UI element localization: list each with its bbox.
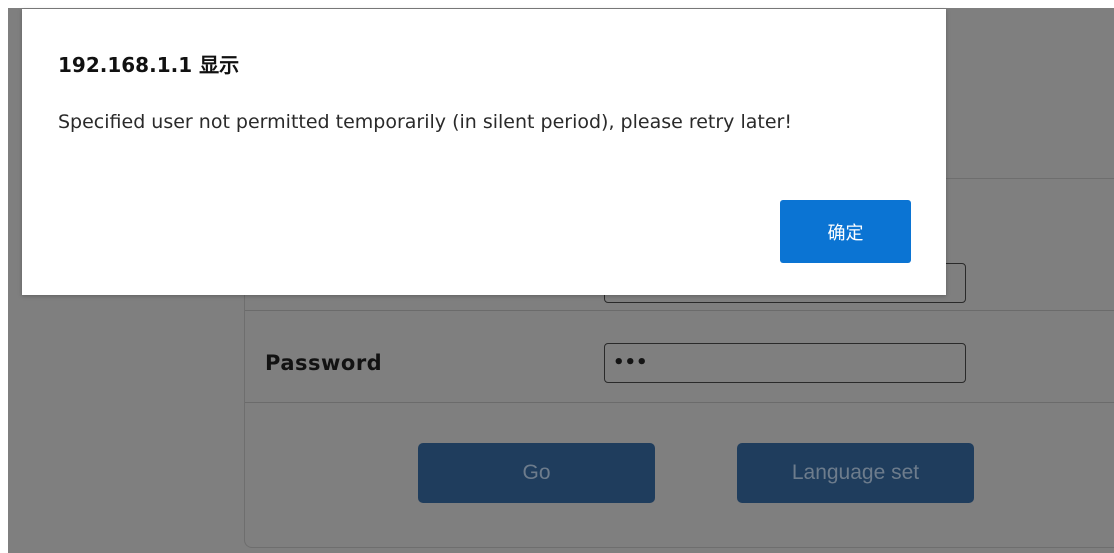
dialog-message: Specified user not permitted temporarily… [58,111,792,133]
alert-dialog: 192.168.1.1 显示 Specified user not permit… [22,9,946,295]
row-divider [245,402,1114,403]
password-label: Password [265,351,383,375]
row-divider [245,310,1114,311]
go-button[interactable]: Go [418,443,655,503]
dialog-title: 192.168.1.1 显示 [58,53,240,77]
language-set-button[interactable]: Language set [737,443,974,503]
ok-button[interactable]: 确定 [780,200,911,263]
password-field[interactable]: ••• [604,343,966,383]
